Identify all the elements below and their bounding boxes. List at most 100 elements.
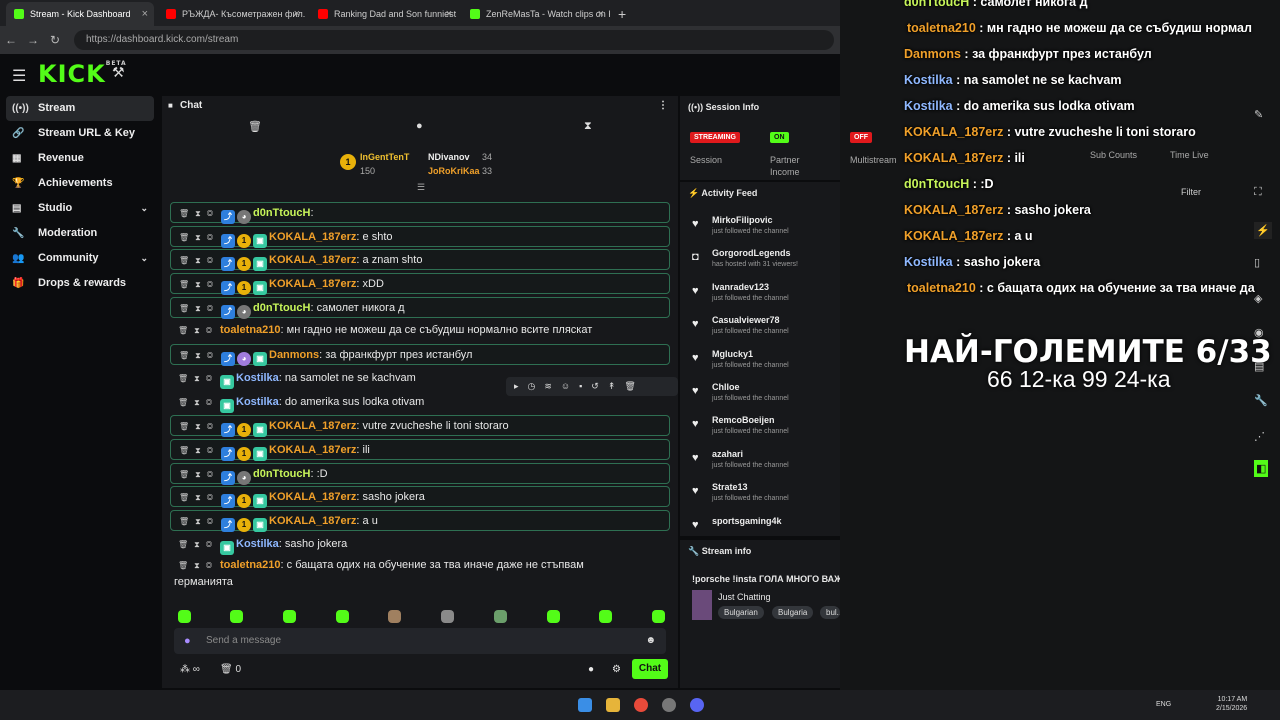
stream-title-text[interactable]: !porsche !insta ГОЛА МНОГО ВАЖ... [692, 574, 850, 584]
chat-message-row[interactable]: 🗑⧗◎ ▣ Kostilka: sasho jokera [170, 534, 670, 555]
chat-username[interactable]: KOKALA_187erz [269, 515, 356, 527]
chat-message-row[interactable]: 🗑⧗◎ ⤴ ◕ d0nTtoucH: самолет никога д [170, 296, 670, 319]
moderation-actions[interactable]: 🗑⧗◎ [179, 511, 219, 532]
chat-username[interactable]: Danmons [269, 349, 319, 361]
chat-username[interactable]: Kostilka [236, 372, 279, 384]
message-action-bar[interactable]: ▸◷≋☺▪↺↟🗑 [506, 377, 678, 396]
chat-bubble-icon[interactable]: ● [588, 664, 594, 675]
emote-button[interactable] [388, 610, 401, 623]
kick-action-icon[interactable]: ◧ [1254, 460, 1269, 477]
activity-username[interactable]: Casualviewer78 [712, 315, 780, 325]
file-explorer-icon[interactable] [606, 698, 620, 712]
chat-message-row[interactable]: 🗑⧗◎ ⤴ ◕ d0nTtoucH: :D [170, 462, 670, 485]
more-options-icon[interactable]: ⋮ [658, 96, 668, 116]
emoji-picker-icon[interactable]: ☻ [645, 628, 656, 654]
expand-leaderboard-icon[interactable]: ☰ [417, 182, 425, 193]
partner-income-toggle[interactable]: ON [770, 132, 789, 143]
moderation-actions[interactable]: 🗑⧗◎ [179, 203, 219, 224]
close-tab-icon[interactable]: × [598, 2, 604, 26]
sidebar-item-stream[interactable]: ((•)) Stream [6, 96, 154, 121]
windows-start-icon[interactable] [578, 698, 592, 712]
stream-tag[interactable]: bul... [820, 606, 840, 619]
url-field[interactable]: https://dashboard.kick.com/stream [74, 30, 834, 50]
chat-username[interactable]: Kostilka [236, 538, 279, 550]
new-tab-button[interactable]: + [614, 2, 626, 26]
edit-icon[interactable]: ✎ [1254, 108, 1263, 121]
chat-message-row[interactable]: 🗑⧗◎ ⤴ ◕ d0nTtoucH: [170, 202, 670, 224]
chat-message-row[interactable]: 🗑⧗◎ ⤴ 1 ▣ KOKALA_187erz: a u [170, 509, 670, 532]
broadcast-icon[interactable]: ◉ [1254, 326, 1264, 339]
moderation-actions[interactable]: 🗑⧗◎ [179, 440, 219, 461]
document-icon[interactable]: ▯ [1254, 256, 1260, 269]
hammer-icon[interactable]: ⚒ [112, 64, 125, 81]
sidebar-item-achievements[interactable]: 🏆 Achievements [6, 171, 154, 196]
language-indicator[interactable]: ENG [1156, 701, 1171, 708]
moderation-actions[interactable]: 🗑⧗◎ [179, 487, 219, 508]
chat-message-row[interactable]: 🗑⧗◎ ⤴ ◕ ▣ Danmons: за франкфурт през истанбу… [170, 344, 670, 367]
leader-second-name[interactable]: NDivanov [428, 152, 470, 162]
chat-username[interactable]: KOKALA_187erz [269, 231, 356, 243]
activity-username[interactable]: Mglucky1 [712, 349, 753, 359]
activity-username[interactable]: Strate13 [712, 482, 748, 492]
emote-button[interactable] [599, 610, 612, 623]
obs-icon[interactable] [662, 698, 676, 712]
wrench-icon[interactable]: 🔧 [1254, 394, 1268, 407]
system-clock[interactable]: 10:17 AM 2/15/2026 [1216, 695, 1247, 713]
moderation-actions[interactable]: 🗑⧗◎ [179, 298, 219, 319]
leader-first-name[interactable]: InGentTenT [360, 152, 409, 162]
back-icon[interactable]: ← [0, 33, 22, 47]
chat-message-row[interactable]: 🗑⧗◎ toaletna210: с бащата одих на обучени… [170, 557, 670, 593]
chat-username[interactable]: d0nTtoucH [253, 207, 310, 219]
hamburger-menu-icon[interactable]: ☰ [12, 66, 26, 86]
share-icon[interactable]: ⋰ [1254, 430, 1265, 443]
moderation-actions[interactable]: 🗑⧗◎ [178, 392, 218, 413]
moderation-actions[interactable]: 🗑⧗◎ [179, 250, 219, 271]
emote-button[interactable] [494, 610, 507, 623]
chat-username[interactable]: toaletna210 [220, 559, 281, 571]
sidebar-item-drops-rewards[interactable]: 🎁 Drops & rewards [6, 271, 154, 296]
stream-category[interactable]: Just Chatting [718, 592, 771, 602]
activity-username[interactable]: RemcoBoeijen [712, 415, 775, 425]
chat-message-row[interactable]: 🗑⧗◎ ⤴ 1 ▣ KOKALA_187erz: xDD [170, 273, 670, 296]
chrome-icon[interactable] [634, 698, 648, 712]
moderation-actions[interactable]: 🗑⧗◎ [179, 416, 219, 437]
browser-tab-youtube-1[interactable]: РЪЖДА- Късометражен фил... × [158, 2, 306, 26]
activity-username[interactable]: GorgorodLegends [712, 248, 791, 258]
send-chat-button[interactable]: Chat [632, 659, 668, 679]
chat-message-row[interactable]: 🗑⧗◎ ⤴ 1 ▣ KOKALA_187erz: ili [170, 438, 670, 461]
moderation-actions[interactable]: 🗑⧗◎ [179, 274, 219, 295]
moderation-actions[interactable]: 🗑⧗◎ [179, 227, 219, 248]
stream-tag[interactable]: Bulgaria [772, 606, 814, 619]
chat-message-row[interactable]: 🗑⧗◎ ⤴ 1 ▣ KOKALA_187erz: a znam shto [170, 249, 670, 272]
chat-message-row[interactable]: 🗑⧗◎ ⤴ 1 ▣ KOKALA_187erz: vutre zvucheshe li … [170, 415, 670, 438]
hourglass-icon[interactable]: ⧗ [584, 120, 592, 133]
lightning-icon[interactable]: ⚡ [1254, 222, 1272, 239]
shield-icon[interactable]: ◈ [1254, 292, 1262, 305]
sidebar-item-community[interactable]: 👥 Community ⌄ [6, 246, 154, 271]
close-tab-icon[interactable]: × [294, 2, 300, 26]
emote-button[interactable] [441, 610, 454, 623]
moderation-actions[interactable]: 🗑⧗◎ [179, 464, 219, 485]
sidebar-item-moderation[interactable]: 🔧 Moderation [6, 221, 154, 246]
forward-icon[interactable]: → [22, 33, 44, 47]
close-tab-icon[interactable]: × [446, 2, 452, 26]
activity-filter-button[interactable]: Filter [1181, 187, 1201, 197]
reload-icon[interactable]: ↻ [44, 33, 66, 47]
channel-points-icon[interactable]: ⁂ ∞ [180, 664, 200, 675]
layout-icon[interactable]: ▤ [1254, 360, 1264, 373]
emote-button[interactable] [547, 610, 560, 623]
chevron-down-icon[interactable]: ⌄ [140, 196, 148, 221]
chat-username[interactable]: KOKALA_187erz [269, 254, 356, 266]
microphone-icon[interactable]: ● [184, 628, 191, 654]
browser-tab-youtube-2[interactable]: Ranking Dad and Son funniest ... × [310, 2, 458, 26]
chat-message-row[interactable]: 🗑⧗◎ ⤴ 1 ▣ KOKALA_187erz: sasho jokera [170, 486, 670, 509]
multistream-toggle[interactable]: OFF [850, 132, 872, 143]
chat-message-row[interactable]: 🗑⧗◎ ⤴ 1 ▣ KOKALA_187erz: е shto [170, 225, 670, 248]
chat-username[interactable]: d0nTtoucH [253, 302, 310, 314]
moderation-actions[interactable]: 🗑⧗◎ [178, 534, 218, 555]
emote-button[interactable] [230, 610, 243, 623]
sidebar-item-revenue[interactable]: ▦ Revenue [6, 146, 154, 171]
expand-icon[interactable]: ⛶ [1254, 186, 1262, 199]
activity-username[interactable]: sportsgaming4k [712, 516, 782, 526]
chat-username[interactable]: KOKALA_187erz [269, 444, 356, 456]
